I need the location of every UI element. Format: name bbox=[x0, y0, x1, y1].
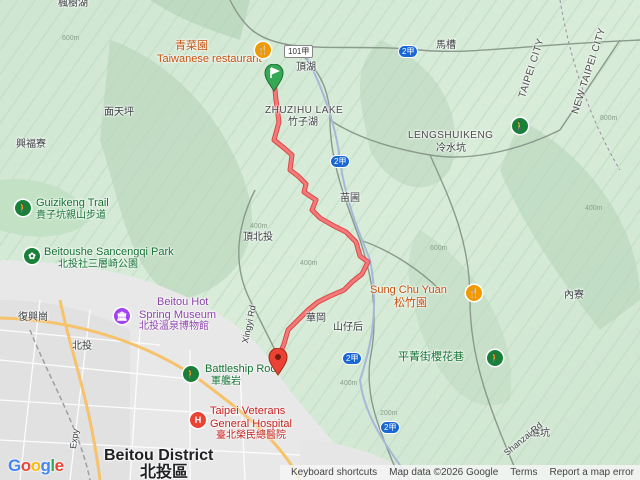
terrain-layer: 600m 400m 400m 600m 200m 400m 400m 800m bbox=[0, 0, 640, 480]
label-guizikeng[interactable]: Guizikeng Trail 貴子坑親山步道 bbox=[36, 197, 109, 221]
map-footer: Keyboard shortcuts Map data ©2026 Google… bbox=[280, 465, 640, 480]
label-dinghu: 頂湖 bbox=[296, 62, 316, 73]
label-hospital[interactable]: Taipei Veterans General Hospital 臺北榮民總醫院 bbox=[210, 405, 292, 442]
qingcaiyuan-zh: 青菜園 bbox=[175, 40, 208, 52]
museum-en-2: Spring Museum bbox=[139, 308, 217, 321]
svg-text:400m: 400m bbox=[250, 223, 268, 230]
qingcaiyuan-en: Taiwanese restaurant bbox=[157, 52, 262, 65]
route-shield-2a: 2甲 bbox=[380, 421, 401, 434]
hiker-icon[interactable]: 🚶 bbox=[487, 350, 503, 366]
google-letter: G bbox=[8, 456, 21, 475]
sancengqi-en: Beitoushe Sancengqi Park bbox=[44, 246, 174, 258]
svg-text:600m: 600m bbox=[62, 35, 80, 42]
route-shield-2a: 2甲 bbox=[342, 352, 363, 365]
hiker-icon[interactable]: 🚶 bbox=[15, 200, 31, 216]
label-miaopu: 苗圃 bbox=[340, 193, 360, 204]
google-letter: e bbox=[54, 456, 64, 475]
battleship-zh: 軍艦岩 bbox=[211, 375, 241, 387]
museum-zh: 北投溫泉博物館 bbox=[139, 321, 209, 333]
report-error-link[interactable]: Report a map error bbox=[550, 467, 634, 478]
hospital-en-1: Taipei Veterans bbox=[210, 405, 286, 417]
svg-text:400m: 400m bbox=[300, 260, 318, 267]
guizikeng-zh: 貴子坑親山步道 bbox=[36, 209, 106, 221]
google-letter: g bbox=[40, 456, 51, 475]
hiker-icon[interactable]: 🚶 bbox=[183, 366, 199, 382]
hospital-icon[interactable]: H bbox=[190, 412, 206, 428]
hospital-zh: 臺北榮民總醫院 bbox=[216, 430, 286, 442]
label-beitou: 北投 bbox=[72, 341, 92, 352]
museum-en-1: Beitou Hot bbox=[157, 296, 209, 308]
label-museum[interactable]: Beitou Hot Spring Museum 北投溫泉博物館 bbox=[139, 296, 216, 333]
label-qingcaiyuan[interactable]: 青菜園 Taiwanese restaurant bbox=[157, 40, 262, 65]
label-lengshuikeng-zh: 冷水坑 bbox=[436, 143, 466, 154]
label-dingbeitou: 頂北投 bbox=[243, 232, 273, 243]
google-letter: o bbox=[30, 456, 41, 475]
label-zhuzihu-en: ZHUZIHU LAKE bbox=[265, 105, 344, 116]
label-miantianping: 面天坪 bbox=[104, 107, 134, 118]
route-shield-101: 101甲 bbox=[284, 45, 314, 58]
songchuyuan-en: Sung Chu Yuan bbox=[370, 284, 447, 296]
label-macao: 馬槽 bbox=[436, 40, 456, 51]
hospital-en-2: General Hospital bbox=[210, 417, 292, 430]
terms-link[interactable]: Terms bbox=[510, 467, 537, 478]
fork-knife-icon[interactable]: 🍴 bbox=[466, 285, 482, 301]
route-shield-2a: 2甲 bbox=[398, 45, 419, 58]
label-beitou-district: Beitou District bbox=[104, 447, 213, 465]
label-lengshuikeng-en: LENGSHUIKENG bbox=[408, 130, 494, 141]
label-beitou-district-zh: 北投區 bbox=[140, 464, 189, 480]
label-fengqihu: 楓樹湖 bbox=[58, 0, 88, 9]
google-letter: o bbox=[20, 456, 31, 475]
songchuyuan-zh: 松竹園 bbox=[394, 296, 427, 309]
label-zhuzihu-zh: 竹子湖 bbox=[288, 117, 318, 128]
start-flag-icon[interactable] bbox=[264, 64, 284, 92]
label-sancengqi[interactable]: Beitoushe Sancengqi Park 北投社三層崎公園 bbox=[44, 246, 174, 270]
map-data-attribution: Map data ©2026 Google bbox=[389, 467, 499, 478]
svg-text:200m: 200m bbox=[380, 410, 398, 417]
label-shanzaihou: 山仔后 bbox=[333, 322, 363, 333]
sancengqi-zh: 北投社三層崎公園 bbox=[58, 258, 138, 270]
svg-text:400m: 400m bbox=[340, 380, 358, 387]
keyboard-shortcuts-link[interactable]: Keyboard shortcuts bbox=[291, 467, 377, 478]
google-logo[interactable]: Google bbox=[8, 456, 64, 476]
flower-icon[interactable]: ✿ bbox=[24, 248, 40, 264]
svg-text:800m: 800m bbox=[600, 115, 618, 122]
guizikeng-en: Guizikeng Trail bbox=[36, 197, 109, 209]
svg-text:600m: 600m bbox=[430, 245, 448, 252]
map-view[interactable]: 600m 400m 400m 600m 200m 400m 400m 800m … bbox=[0, 0, 640, 480]
label-xingfuliao: 興福寮 bbox=[16, 139, 46, 150]
museum-icon[interactable]: 🏛 bbox=[114, 308, 130, 324]
end-pin-icon[interactable] bbox=[268, 348, 288, 376]
svg-text:400m: 400m bbox=[585, 205, 603, 212]
fork-knife-icon[interactable]: 🍴 bbox=[255, 42, 271, 58]
label-neiliao: 內寮 bbox=[564, 290, 584, 301]
label-pingqing[interactable]: 平菁街櫻花巷 bbox=[398, 351, 464, 364]
label-huagang: 華岡 bbox=[306, 313, 326, 324]
hiker-icon[interactable]: 🚶 bbox=[512, 118, 528, 134]
label-fuxinggang: 復興崗 bbox=[18, 312, 48, 323]
label-songchuyuan[interactable]: Sung Chu Yuan 松竹園 bbox=[370, 284, 447, 309]
route-shield-2a: 2甲 bbox=[330, 155, 351, 168]
beitou-district-en: Beitou District bbox=[104, 447, 214, 464]
